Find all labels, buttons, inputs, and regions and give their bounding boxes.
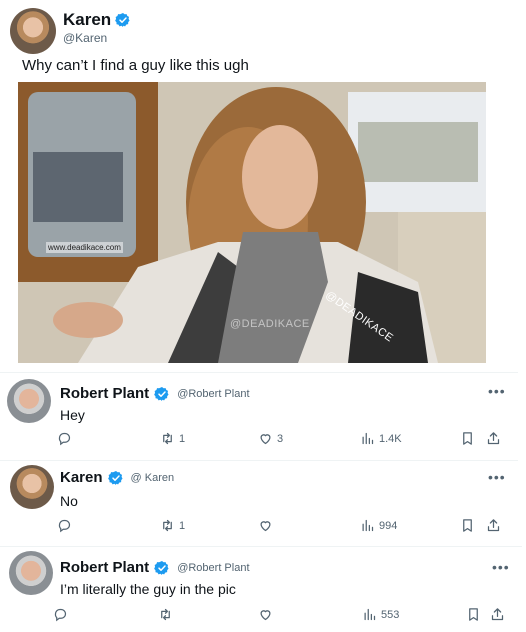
- bookmark-action[interactable]: [460, 518, 475, 533]
- share-icon: [487, 519, 500, 532]
- watermark-url: www.deadikace.com: [46, 242, 123, 253]
- post-text: Why can’t I find a guy like this ugh: [22, 57, 249, 74]
- bookmark-action[interactable]: [460, 431, 475, 446]
- views-icon: [362, 432, 374, 445]
- author-name-text[interactable]: Robert Plant: [60, 385, 149, 402]
- like-count: 3: [277, 432, 284, 445]
- retweet-icon: [163, 519, 172, 532]
- verified-badge-icon: [115, 12, 131, 28]
- bookmark-icon: [469, 608, 478, 621]
- author-handle[interactable]: @Robert Plant: [177, 562, 249, 574]
- views-action[interactable]: 553: [362, 607, 399, 622]
- watermark-center: @DEADIKACE: [230, 318, 310, 330]
- author-name[interactable]: Robert Plant @Robert Plant: [60, 559, 250, 576]
- verified-badge-icon: [107, 470, 124, 486]
- views-action[interactable]: 994: [360, 518, 397, 533]
- bookmark-icon: [463, 519, 472, 532]
- like-action[interactable]: [258, 518, 277, 533]
- verified-badge-icon: [154, 386, 170, 402]
- reply-card[interactable]: Karen @ Karen ••• No 1 994: [0, 460, 518, 542]
- like-action[interactable]: 3: [258, 431, 283, 446]
- more-icon[interactable]: •••: [488, 469, 506, 485]
- retweet-count: 1: [179, 519, 186, 532]
- retweet-action[interactable]: 1: [160, 431, 185, 446]
- avatar[interactable]: [9, 551, 53, 595]
- author-name-text[interactable]: Karen: [63, 10, 111, 30]
- verified-badge-icon: [154, 560, 170, 576]
- author-name-text[interactable]: Karen: [60, 469, 103, 486]
- views-count: 994: [379, 519, 398, 532]
- views-icon: [364, 608, 376, 621]
- reply-text: I’m literally the guy in the pic: [60, 581, 236, 597]
- reply-action[interactable]: [57, 518, 72, 533]
- reply-card[interactable]: Robert Plant @Robert Plant ••• Hey 1 3 1…: [0, 372, 518, 458]
- share-action[interactable]: [490, 607, 505, 622]
- more-icon[interactable]: •••: [492, 559, 510, 575]
- author-handle[interactable]: @Robert Plant: [177, 388, 249, 400]
- avatar[interactable]: [10, 465, 54, 509]
- reply-action[interactable]: [57, 431, 72, 446]
- main-post: Karen @Karen Why can’t I find a guy like…: [0, 0, 526, 370]
- author-handle[interactable]: @ Karen: [131, 472, 175, 484]
- like-action[interactable]: [258, 607, 277, 622]
- author-name[interactable]: Karen: [63, 10, 131, 30]
- views-action[interactable]: 1.4K: [360, 431, 402, 446]
- more-icon[interactable]: •••: [488, 383, 506, 399]
- views-icon: [362, 519, 374, 532]
- reply-text: Hey: [60, 407, 85, 423]
- share-icon: [491, 608, 504, 621]
- like-icon: [260, 610, 271, 621]
- like-icon: [260, 434, 271, 445]
- views-count: 1.4K: [379, 432, 402, 445]
- post-photo[interactable]: www.deadikace.com @DEADIKACE @DEADIKACE: [18, 82, 486, 363]
- bookmark-action[interactable]: [466, 607, 481, 622]
- author-name[interactable]: Robert Plant @Robert Plant: [60, 385, 250, 402]
- reply-text: No: [60, 493, 78, 509]
- avatar[interactable]: [10, 8, 56, 54]
- author-name[interactable]: Karen @ Karen: [60, 469, 174, 486]
- like-icon: [260, 521, 271, 532]
- retweet-icon: [161, 608, 170, 621]
- retweet-action[interactable]: [158, 607, 177, 622]
- reply-icon: [54, 608, 67, 622]
- reply-icon: [58, 519, 71, 533]
- author-name-text[interactable]: Robert Plant: [60, 559, 149, 576]
- retweet-icon: [163, 432, 172, 445]
- share-action[interactable]: [486, 518, 501, 533]
- avatar[interactable]: [7, 379, 51, 423]
- views-count: 553: [381, 608, 400, 621]
- retweet-action[interactable]: 1: [160, 518, 185, 533]
- reply-icon: [58, 432, 71, 446]
- retweet-count: 1: [179, 432, 186, 445]
- bookmark-icon: [463, 432, 472, 445]
- author-handle[interactable]: @Karen: [63, 31, 107, 45]
- share-action[interactable]: [486, 431, 501, 446]
- reply-card[interactable]: Robert Plant @Robert Plant ••• I’m liter…: [0, 546, 522, 632]
- share-icon: [487, 432, 500, 445]
- reply-action[interactable]: [53, 607, 68, 622]
